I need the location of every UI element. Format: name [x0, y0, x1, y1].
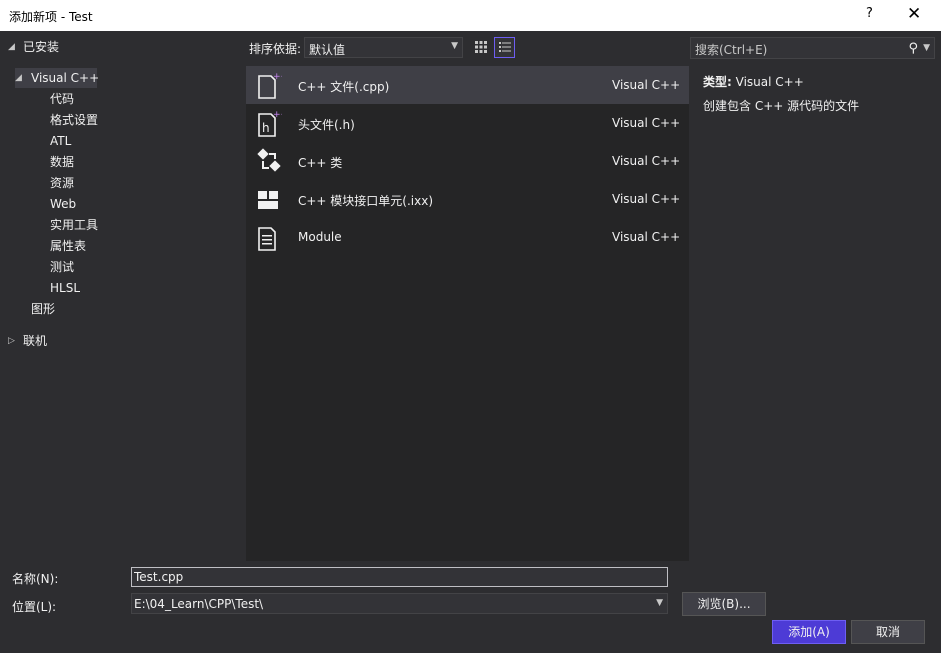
- name-label: 名称(N):: [12, 572, 59, 586]
- sort-value: 默认值: [309, 43, 346, 57]
- svg-text:++: ++: [273, 110, 282, 120]
- template-name: C++ 文件(.cpp): [298, 80, 390, 94]
- details-type: 类型: Visual C++: [703, 73, 804, 90]
- template-item[interactable]: h ++ 头文件(.h) Visual C++: [246, 104, 689, 142]
- details-type-label: 类型:: [703, 75, 732, 89]
- tree-node-label: 联机: [23, 334, 48, 348]
- tree-node-child[interactable]: 代码: [50, 89, 74, 109]
- template-language: Visual C++: [612, 154, 681, 168]
- module-file-icon: [258, 227, 276, 251]
- tree-node-child[interactable]: 数据: [50, 152, 74, 172]
- cpp-file-icon: ++: [258, 72, 282, 99]
- tree-node-child[interactable]: 资源: [50, 173, 74, 193]
- template-item[interactable]: ++ C++ 文件(.cpp) Visual C++: [246, 66, 689, 104]
- tree-node-label: 已安装: [23, 40, 60, 54]
- name-input[interactable]: [131, 567, 668, 587]
- template-name: Module: [298, 230, 342, 244]
- class-icon: [257, 148, 281, 172]
- template-language: Visual C++: [612, 192, 681, 206]
- tree-node-child[interactable]: 属性表: [50, 236, 86, 256]
- template-language: Visual C++: [612, 78, 681, 92]
- template-item[interactable]: C++ 模块接口单元(.ixx) Visual C++: [246, 180, 689, 218]
- tree-node-child[interactable]: 实用工具: [50, 215, 98, 235]
- add-button[interactable]: 添加(A): [772, 620, 846, 644]
- template-language: Visual C++: [612, 116, 681, 130]
- window-title: 添加新项 - Test: [9, 10, 93, 24]
- chevron-down-icon[interactable]: ▼: [923, 43, 930, 53]
- template-item[interactable]: Module Visual C++: [246, 218, 689, 256]
- location-label: 位置(L):: [12, 600, 57, 614]
- chevron-down-icon: ▼: [451, 41, 458, 51]
- tree-node-visual-cpp[interactable]: ◢ Visual C++: [15, 68, 100, 88]
- tree-node-label: Visual C++: [31, 71, 100, 85]
- template-name: 头文件(.h): [298, 118, 355, 132]
- location-value: E:\04_Learn\CPP\Test\: [134, 597, 264, 611]
- location-dropdown[interactable]: E:\04_Learn\CPP\Test\ ▼: [131, 593, 668, 614]
- svg-text:++: ++: [273, 72, 282, 82]
- search-icon[interactable]: ⚲: [908, 41, 918, 56]
- template-list: ++ C++ 文件(.cpp) Visual C++ h ++ 头文件(.h) …: [246, 66, 689, 561]
- browse-button[interactable]: 浏览(B)...: [682, 592, 766, 616]
- template-language: Visual C++: [612, 230, 681, 244]
- header-file-icon: h ++: [258, 110, 282, 137]
- template-item[interactable]: C++ 类 Visual C++: [246, 142, 689, 180]
- tree-node-child[interactable]: ATL: [50, 131, 71, 151]
- tree-node-child[interactable]: Web: [50, 194, 76, 214]
- template-name: C++ 类: [298, 156, 343, 170]
- details-type-value: Visual C++: [735, 75, 804, 89]
- tree-node-child[interactable]: 测试: [50, 257, 74, 277]
- tree-node-child[interactable]: 格式设置: [50, 110, 98, 130]
- tree-node-graphics[interactable]: 图形: [31, 299, 55, 319]
- sort-label: 排序依据:: [249, 42, 302, 56]
- collapsed-arrow-icon[interactable]: ▷: [8, 331, 15, 351]
- close-button[interactable]: ✕: [907, 4, 921, 24]
- category-tree: ◢ 已安装 ◢ Visual C++ 代码 格式设置 ATL 数据 资源 Web…: [0, 31, 244, 561]
- tree-node-child[interactable]: HLSL: [50, 278, 80, 298]
- grid-view-icon[interactable]: [470, 37, 491, 58]
- cancel-button[interactable]: 取消: [851, 620, 925, 644]
- template-name: C++ 模块接口单元(.ixx): [298, 194, 434, 208]
- details-description: 创建包含 C++ 源代码的文件: [703, 99, 860, 113]
- title-bar: 添加新项 - Test ? ✕: [0, 0, 941, 31]
- expanded-arrow-icon[interactable]: ◢: [8, 37, 15, 57]
- list-view-icon[interactable]: [494, 37, 515, 58]
- expanded-arrow-icon[interactable]: ◢: [15, 68, 22, 88]
- svg-text:h: h: [262, 121, 270, 135]
- search-placeholder: 搜索(Ctrl+E): [695, 43, 768, 57]
- help-button[interactable]: ?: [866, 6, 873, 21]
- chevron-down-icon: ▼: [656, 598, 663, 608]
- module-interface-icon: [258, 191, 278, 209]
- sort-dropdown[interactable]: 默认值 ▼: [304, 37, 463, 58]
- search-box[interactable]: 搜索(Ctrl+E) ⚲ ▼: [690, 37, 935, 59]
